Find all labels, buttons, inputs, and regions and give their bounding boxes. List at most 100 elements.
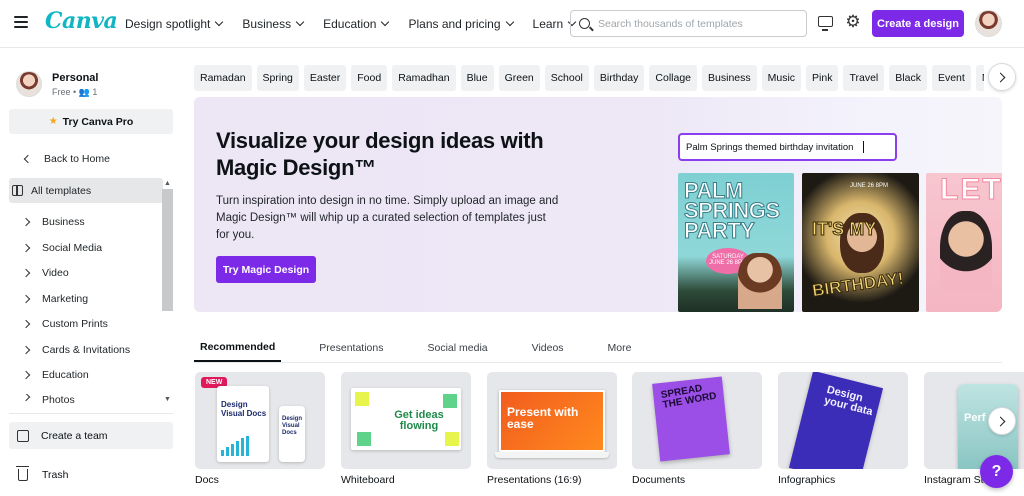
back-to-home[interactable]: Back to Home bbox=[9, 146, 163, 171]
sticky-note bbox=[357, 432, 371, 446]
chevron-down-icon bbox=[505, 17, 514, 27]
thumbnail-text: Design Visual Docs bbox=[282, 416, 303, 436]
chip-collage[interactable]: Collage bbox=[649, 65, 698, 91]
card-label[interactable]: Presentations (16:9) bbox=[487, 474, 582, 486]
sidebar-item-custom-prints[interactable]: Custom Prints bbox=[9, 311, 163, 336]
chevron-right-icon bbox=[21, 294, 31, 303]
sidebar-item-social-media[interactable]: Social Media bbox=[9, 235, 163, 260]
hero-description: Turn inspiration into design in no time.… bbox=[216, 195, 559, 241]
card-label[interactable]: Docs bbox=[195, 474, 219, 486]
template-title: BIRTHDAY! bbox=[811, 268, 906, 301]
tab-social-media[interactable]: Social media bbox=[422, 334, 494, 362]
template-title: PALM SPRINGS PARTY bbox=[684, 178, 781, 243]
card-label[interactable]: Infographics bbox=[778, 474, 835, 486]
chip-school[interactable]: School bbox=[544, 65, 589, 91]
chevron-right-icon bbox=[21, 345, 31, 354]
card-label[interactable]: Whiteboard bbox=[341, 474, 395, 486]
profile-name[interactable]: Personal bbox=[52, 72, 98, 84]
desktop-app-icon[interactable] bbox=[818, 16, 833, 31]
sidebar-item-photos[interactable]: Photos bbox=[9, 394, 163, 406]
trash-icon bbox=[16, 465, 29, 481]
sidebar-item-label: Cards & Invitations bbox=[42, 343, 131, 356]
sidebar-item-all-templates[interactable]: All templates bbox=[9, 178, 163, 203]
card-documents[interactable]: SPREAD THE WORD bbox=[632, 372, 762, 469]
search-input[interactable] bbox=[598, 17, 798, 30]
chip-event[interactable]: Event bbox=[931, 65, 971, 91]
create-team-button[interactable]: Create a team bbox=[9, 422, 173, 449]
nav-learn[interactable]: Learn bbox=[532, 17, 577, 31]
template-preview-birthday[interactable]: JUNE 26 8PM IT'S MY BIRTHDAY! bbox=[802, 173, 919, 312]
tab-presentations[interactable]: Presentations bbox=[313, 334, 389, 362]
chip-nature[interactable]: Nature bbox=[975, 65, 984, 91]
chip-blue[interactable]: Blue bbox=[460, 65, 494, 91]
card-label[interactable]: Documents bbox=[632, 474, 685, 486]
nav-plans-pricing[interactable]: Plans and pricing bbox=[408, 17, 514, 31]
sidebar-item-cards-invitations[interactable]: Cards & Invitations bbox=[9, 337, 163, 362]
sidebar-item-marketing[interactable]: Marketing bbox=[9, 286, 163, 311]
nav-design-spotlight[interactable]: Design spotlight bbox=[125, 17, 224, 31]
sticky-note bbox=[355, 392, 369, 406]
sidebar-item-education[interactable]: Education bbox=[9, 362, 163, 387]
try-pro-button[interactable]: ★ Try Canva Pro bbox=[9, 109, 173, 134]
scroll-up-arrow[interactable]: ▲ bbox=[164, 180, 171, 187]
tab-videos[interactable]: Videos bbox=[526, 334, 570, 362]
screen-stand bbox=[495, 452, 609, 458]
card-docs[interactable]: NEW Design Visual Docs Design Visual Doc… bbox=[195, 372, 325, 469]
presentation-thumbnail: Present with ease bbox=[499, 390, 605, 452]
trash-button[interactable]: Trash bbox=[9, 462, 173, 487]
nav-label: Learn bbox=[532, 17, 564, 31]
chip-business[interactable]: Business bbox=[702, 65, 757, 91]
card-whiteboard[interactable]: Get ideas flowing bbox=[341, 372, 471, 469]
phone-thumbnail: Design Visual Docs bbox=[279, 406, 305, 462]
top-bar: Canva Design spotlight Business Educatio… bbox=[0, 0, 1024, 48]
sidebar-item-business[interactable]: Business bbox=[9, 209, 163, 234]
create-team-label: Create a team bbox=[41, 429, 108, 442]
nav-business[interactable]: Business bbox=[242, 17, 305, 31]
chip-easter[interactable]: Easter bbox=[303, 65, 347, 91]
chip-ramadan[interactable]: Ramadan bbox=[194, 65, 252, 91]
tab-recommended[interactable]: Recommended bbox=[194, 334, 282, 362]
trash-label: Trash bbox=[42, 468, 69, 481]
help-button[interactable]: ? bbox=[980, 455, 1013, 488]
template-date: JUNE 26 8PM bbox=[850, 183, 889, 189]
chip-travel[interactable]: Travel bbox=[843, 65, 885, 91]
chip-black[interactable]: Black bbox=[889, 65, 927, 91]
chip-food[interactable]: Food bbox=[351, 65, 388, 91]
chevron-right-icon bbox=[995, 72, 1006, 82]
menu-icon[interactable] bbox=[14, 16, 28, 28]
try-magic-design-button[interactable]: Try Magic Design bbox=[216, 256, 316, 283]
avatar[interactable] bbox=[975, 10, 1002, 37]
nav-label: Business bbox=[242, 17, 292, 31]
card-infographics[interactable]: Design your data bbox=[778, 372, 908, 469]
scroll-down-arrow[interactable]: ▼ bbox=[164, 396, 171, 403]
cards-next-button[interactable] bbox=[988, 407, 1016, 435]
chip-music[interactable]: Music bbox=[761, 65, 802, 91]
chip-ramadhan[interactable]: Ramadhan bbox=[392, 65, 456, 91]
sidebar-item-video[interactable]: Video bbox=[9, 260, 163, 285]
thumbnail-text: SPREAD THE WORD bbox=[660, 383, 718, 411]
chip-pink[interactable]: Pink bbox=[806, 65, 839, 91]
chip-green[interactable]: Green bbox=[498, 65, 540, 91]
sidebar-scrollbar[interactable] bbox=[162, 189, 173, 311]
search-bar[interactable] bbox=[570, 10, 807, 37]
profile-plan: Free • 👥 1 bbox=[52, 87, 98, 97]
canva-logo[interactable]: Canva bbox=[45, 8, 118, 34]
nav-label: Design spotlight bbox=[125, 17, 211, 31]
crown-icon: ★ bbox=[48, 116, 58, 127]
magic-design-prompt[interactable]: Palm Springs themed birthday invitation bbox=[678, 133, 897, 161]
chip-birthday[interactable]: Birthday bbox=[593, 65, 645, 91]
text-cursor bbox=[863, 141, 865, 153]
card-presentations[interactable]: Present with ease bbox=[487, 372, 617, 469]
chevron-down-icon bbox=[295, 17, 305, 27]
sidebar-item-label: Education bbox=[42, 368, 89, 381]
template-preview-palm-springs[interactable]: PALM SPRINGS PARTY SATURDAY JUNE 26 8PM bbox=[678, 173, 794, 312]
nav-education[interactable]: Education bbox=[323, 17, 390, 31]
template-preview-lets[interactable]: LET'S bbox=[926, 173, 1002, 312]
chips-next-button[interactable] bbox=[988, 63, 1016, 91]
tab-more[interactable]: More bbox=[602, 334, 638, 362]
gear-icon[interactable]: ⚙ bbox=[844, 13, 862, 31]
create-design-button[interactable]: Create a design bbox=[872, 10, 964, 37]
chip-spring[interactable]: Spring bbox=[256, 65, 299, 91]
profile-avatar[interactable] bbox=[16, 71, 42, 97]
back-label: Back to Home bbox=[44, 152, 110, 165]
